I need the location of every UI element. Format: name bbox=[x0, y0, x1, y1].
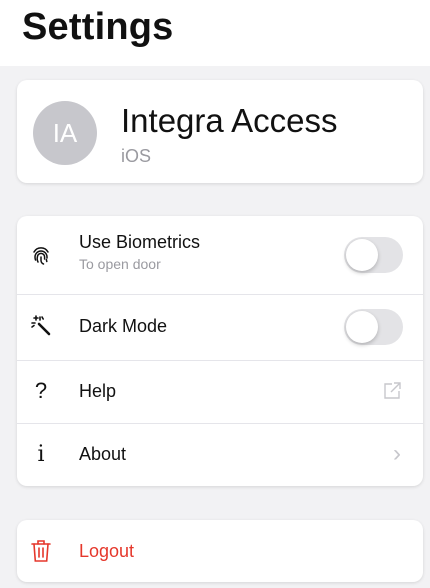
external-link-icon bbox=[383, 382, 401, 405]
avatar: IA bbox=[33, 101, 97, 165]
dark-mode-toggle[interactable] bbox=[344, 309, 403, 345]
magic-wand-icon bbox=[28, 313, 54, 339]
trash-icon bbox=[28, 538, 54, 564]
fingerprint-icon bbox=[28, 242, 54, 268]
settings-list: Use Biometrics To open door Dark Mode ? … bbox=[17, 216, 423, 486]
question-mark-icon: ? bbox=[34, 378, 48, 403]
biometrics-sublabel: To open door bbox=[79, 256, 161, 272]
chevron-right-icon: › bbox=[393, 440, 401, 467]
settings-item-about[interactable]: i About › bbox=[17, 423, 423, 486]
profile-platform: iOS bbox=[121, 146, 152, 166]
settings-item-help[interactable]: ? Help bbox=[17, 360, 423, 424]
logout-button[interactable]: Logout bbox=[17, 520, 423, 582]
profile-card[interactable]: IA Integra Access iOS bbox=[17, 80, 423, 183]
biometrics-label: Use Biometrics bbox=[79, 232, 201, 252]
profile-name: Integra Access bbox=[121, 102, 338, 139]
help-label: Help bbox=[79, 381, 117, 401]
settings-item-dark-mode[interactable]: Dark Mode bbox=[17, 294, 423, 361]
dark-mode-label: Dark Mode bbox=[79, 316, 168, 336]
settings-item-biometrics[interactable]: Use Biometrics To open door bbox=[17, 216, 423, 295]
logout-label: Logout bbox=[79, 541, 135, 561]
toggle-knob bbox=[346, 239, 378, 271]
biometrics-toggle[interactable] bbox=[344, 237, 403, 273]
page-title: Settings bbox=[22, 6, 174, 48]
info-icon: i bbox=[37, 441, 45, 467]
header: Settings bbox=[0, 0, 430, 66]
toggle-knob bbox=[346, 311, 378, 343]
about-label: About bbox=[79, 444, 127, 464]
logout-card: Logout bbox=[17, 520, 423, 582]
